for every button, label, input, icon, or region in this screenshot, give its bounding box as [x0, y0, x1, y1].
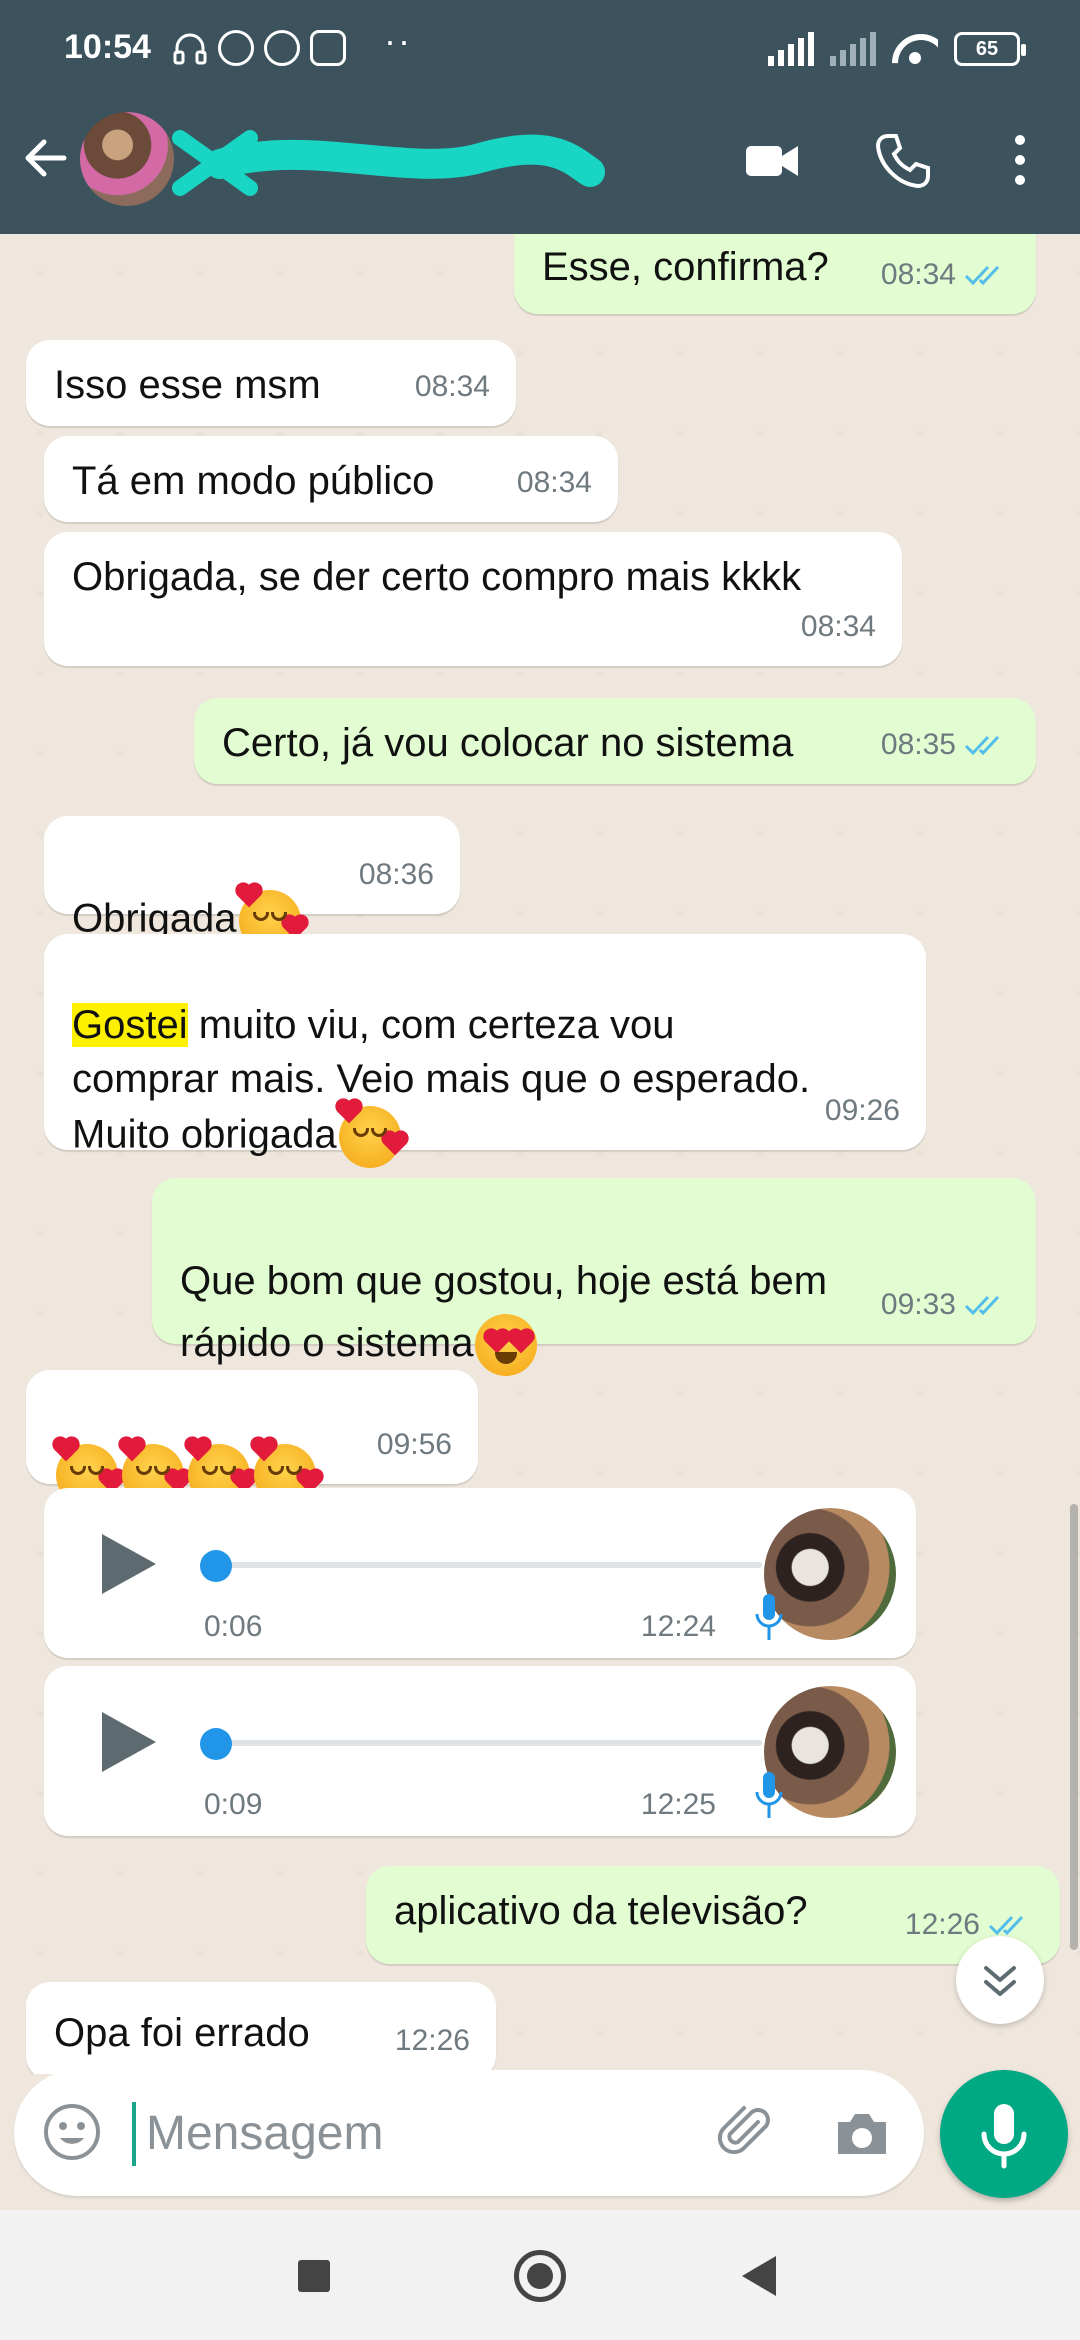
message-meta: 08:36	[359, 848, 434, 902]
message-meta: 09:56	[377, 1418, 452, 1472]
system-icons: 65	[768, 30, 1026, 66]
message-time: 12:24	[640, 1610, 716, 1643]
headset-icon	[172, 30, 208, 71]
more-vert-icon[interactable]	[1000, 130, 1060, 190]
message-text: Esse, confirma?	[542, 245, 829, 289]
chat-area[interactable]: Esse, confirma? 08:34 Isso esse msm 08:3…	[0, 234, 1080, 2074]
voice-message[interactable]: 0:06 12:24	[44, 1488, 916, 1658]
mic-icon	[981, 2104, 1027, 2169]
outgoing-message[interactable]: Esse, confirma? 08:34	[514, 234, 1036, 314]
message-text-wrap: Gostei muito viu, com certeza vou compra…	[72, 944, 810, 1168]
message-meta: 08:34	[517, 456, 592, 510]
message-meta: 09:33	[881, 1278, 1010, 1332]
message-meta: 09:26	[825, 1084, 900, 1138]
read-ticks-icon	[964, 1295, 1000, 1316]
message-time: 12:25	[640, 1788, 716, 1821]
highlighted-word: Gostei	[72, 1003, 188, 1047]
message-time: 08:34	[516, 466, 592, 499]
incoming-message[interactable]: Obrigada 08:36	[44, 816, 460, 952]
incoming-message[interactable]: 09:56	[26, 1370, 478, 1506]
message-input[interactable]	[146, 2096, 666, 2170]
message-time: 08:36	[358, 858, 434, 891]
instagram-icon	[310, 30, 346, 66]
status-bar: 10:54 ·· 65	[0, 0, 1080, 100]
message-time: 09:26	[824, 1094, 900, 1127]
incoming-message[interactable]: Tá em modo público 08:34	[44, 436, 618, 522]
message-time: 08:34	[880, 258, 956, 291]
top-bar: 10:54 ·· 65	[0, 0, 1080, 234]
phone-icon[interactable]	[872, 130, 932, 190]
message-meta: 08:34	[415, 360, 490, 414]
message-time: 09:56	[376, 1428, 452, 1461]
battery-icon: 65	[954, 32, 1026, 66]
audio-duration: 0:06	[204, 1610, 263, 1643]
incoming-message[interactable]: Gostei muito viu, com certeza vou compra…	[44, 934, 926, 1168]
video-call-icon[interactable]	[742, 130, 802, 190]
signal-2-icon	[830, 32, 876, 66]
message-text: Tá em modo público	[72, 459, 435, 503]
incoming-message[interactable]: Opa foi errado 12:26	[26, 1982, 496, 2074]
double-chevron-down-icon	[984, 1966, 1016, 1996]
voice-record-button[interactable]	[940, 2070, 1068, 2198]
read-ticks-icon	[964, 265, 1000, 286]
scroll-to-bottom-button[interactable]	[956, 1936, 1044, 2024]
read-ticks-icon	[964, 735, 1000, 756]
recents-button[interactable]	[298, 2260, 330, 2292]
text-cursor	[132, 2102, 136, 2166]
play-icon[interactable]	[102, 1534, 156, 1594]
audio-progress-track[interactable]	[206, 1740, 762, 1746]
audio-progress-handle[interactable]	[200, 1728, 232, 1760]
audio-progress-track[interactable]	[206, 1562, 762, 1568]
message-meta: 08:34	[801, 600, 876, 654]
message-text-wrap: Que bom que gostou, hoje está bem rápido…	[180, 1188, 827, 1377]
heart-eyes-icon	[475, 1314, 538, 1377]
more-notifications-icon: ··	[384, 20, 412, 61]
message-meta: 12:26	[395, 2014, 470, 2068]
home-button[interactable]	[514, 2250, 566, 2302]
signal-icon	[768, 32, 814, 66]
scrollbar[interactable]	[1070, 1504, 1078, 1950]
back-button[interactable]	[742, 2256, 776, 2296]
message-text: Certo, já vou colocar no sistema	[222, 721, 794, 765]
message-text: aplicativo da televisão?	[394, 1889, 808, 1933]
attach-icon[interactable]	[714, 2100, 778, 2164]
message-text: Isso esse msm	[54, 363, 321, 407]
play-icon[interactable]	[102, 1712, 156, 1772]
message-text: Opa foi errado	[54, 2011, 310, 2055]
message-meta: 08:34	[881, 248, 1010, 302]
notification-icons	[172, 30, 346, 71]
smiling-face-with-hearts-icon	[337, 1100, 406, 1168]
message-time: 09:33	[880, 1288, 956, 1321]
status-time: 10:54	[64, 28, 151, 66]
outgoing-message[interactable]: Certo, já vou colocar no sistema 08:35	[194, 698, 1036, 784]
message-time: 12:26	[394, 2024, 470, 2057]
emoji-icon[interactable]	[40, 2100, 104, 2164]
audio-duration: 0:09	[204, 1788, 263, 1821]
audio-progress-handle[interactable]	[200, 1550, 232, 1582]
read-ticks-icon	[988, 1915, 1024, 1936]
message-time: 08:35	[880, 728, 956, 761]
system-nav-bar	[0, 2210, 1080, 2340]
message-composer	[14, 2070, 924, 2196]
chat-header	[0, 100, 1080, 234]
message-text: Obrigada, se der certo compro mais kkkk	[72, 555, 802, 599]
message-time: 08:34	[414, 370, 490, 403]
battery-level: 65	[975, 37, 999, 60]
back-arrow-icon[interactable]	[18, 130, 74, 186]
mic-icon	[755, 1772, 783, 1818]
incoming-message[interactable]: Obrigada, se der certo compro mais kkkk …	[44, 532, 902, 666]
mic-icon	[755, 1594, 783, 1640]
wifi-icon	[892, 30, 938, 66]
redaction-scribble	[172, 130, 605, 196]
message-time: 08:34	[800, 610, 876, 643]
incoming-message[interactable]: Isso esse msm 08:34	[26, 340, 516, 426]
camera-icon[interactable]	[830, 2102, 894, 2166]
media-icon	[218, 30, 254, 66]
outgoing-message[interactable]: Que bom que gostou, hoje está bem rápido…	[152, 1178, 1036, 1377]
voice-message[interactable]: 0:09 12:25	[44, 1666, 916, 1836]
whatsapp-icon	[264, 30, 300, 66]
message-meta: 08:35	[881, 718, 1010, 772]
